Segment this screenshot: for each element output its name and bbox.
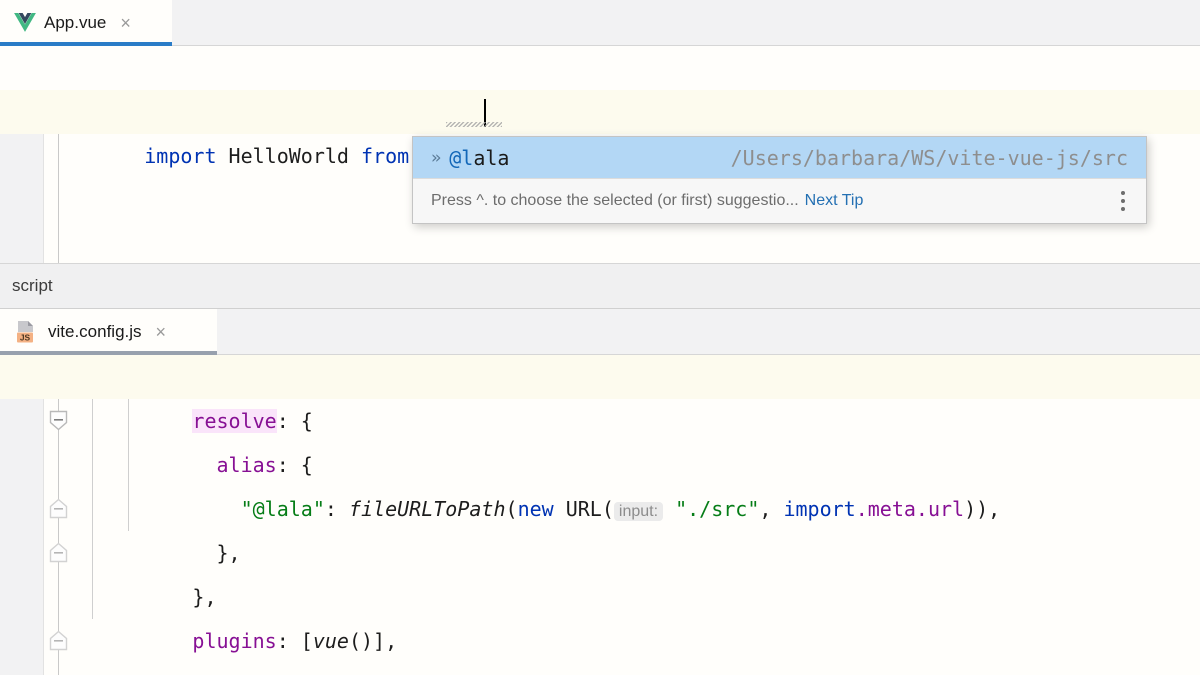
tab-app-vue[interactable]: App.vue × bbox=[0, 0, 172, 45]
svg-text:JS: JS bbox=[20, 332, 31, 342]
completion-path: /Users/barbara/WS/vite-vue-js/src bbox=[731, 146, 1146, 170]
code-line[interactable]: plugins: [vue()], bbox=[0, 575, 1200, 619]
completion-remainder: ala bbox=[473, 146, 509, 170]
token-punct: }); bbox=[144, 673, 204, 675]
code-line[interactable]: }); bbox=[0, 619, 1200, 663]
top-editor-tabbar: App.vue × bbox=[0, 0, 1200, 46]
error-squiggle bbox=[446, 122, 502, 127]
code-text: }); bbox=[116, 663, 204, 675]
completion-item-lala[interactable]: » @lala /Users/barbara/WS/vite-vue-js/sr… bbox=[413, 137, 1146, 178]
breadcrumb-item-script[interactable]: script bbox=[12, 276, 53, 296]
completion-popup[interactable]: » @lala /Users/barbara/WS/vite-vue-js/sr… bbox=[412, 136, 1147, 224]
bottom-editor-tabbar: JS vite.config.js × bbox=[0, 309, 1200, 355]
completion-hint-bar: Press ^. to choose the selected (or firs… bbox=[413, 178, 1146, 223]
code-line[interactable]: alias: { bbox=[0, 399, 1200, 443]
kebab-menu-icon[interactable] bbox=[1112, 189, 1134, 213]
ide-window: App.vue × < bbox=[0, 0, 1200, 690]
tab-label: App.vue bbox=[44, 13, 106, 33]
code-line[interactable]: <script> bbox=[0, 46, 1200, 90]
close-icon[interactable]: × bbox=[156, 323, 167, 341]
next-tip-link[interactable]: Next Tip bbox=[805, 192, 864, 210]
token-keyword-import: import bbox=[144, 144, 216, 168]
code-line[interactable]: }, bbox=[0, 487, 1200, 531]
tab-label: vite.config.js bbox=[48, 322, 142, 342]
breadcrumb[interactable]: script bbox=[0, 263, 1200, 309]
code-line[interactable]: "@lala": fileURLToPath(new URL(input: ".… bbox=[0, 443, 1200, 487]
bottom-editor-code-area[interactable]: resolve: { alias: { "@lala": fileURLToPa… bbox=[0, 355, 1200, 675]
vue-file-icon bbox=[14, 13, 36, 33]
tab-vite-config-js[interactable]: JS vite.config.js × bbox=[0, 309, 217, 354]
close-icon[interactable]: × bbox=[120, 14, 131, 32]
completion-matched-prefix: @l bbox=[449, 146, 473, 170]
chevron-double-right-icon: » bbox=[413, 148, 449, 168]
js-file-icon: JS bbox=[14, 319, 40, 345]
token-identifier: HelloWorld bbox=[217, 144, 362, 168]
code-line[interactable]: }, bbox=[0, 531, 1200, 575]
token-keyword-from: from bbox=[361, 144, 409, 168]
hint-text: Press ^. to choose the selected (or firs… bbox=[431, 192, 799, 210]
code-line-caret[interactable]: import HelloWorld from "@l" bbox=[0, 90, 1200, 134]
code-line[interactable]: resolve: { bbox=[0, 355, 1200, 399]
